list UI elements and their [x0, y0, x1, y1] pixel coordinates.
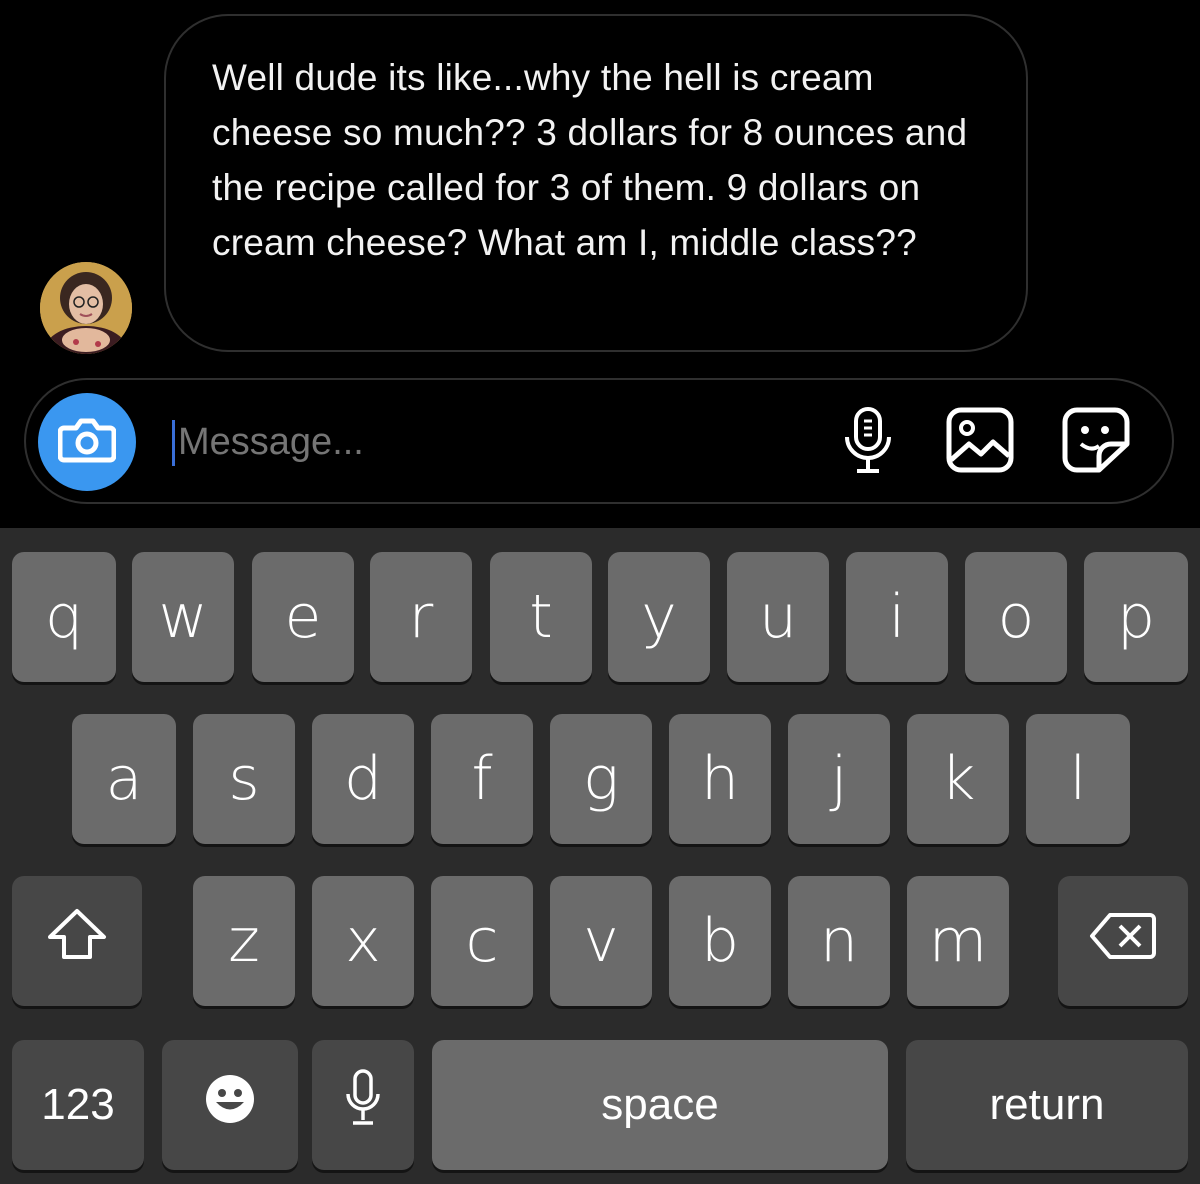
key-b[interactable]: b — [669, 876, 771, 1006]
key-n[interactable]: n — [788, 876, 890, 1006]
camera-icon — [57, 416, 117, 469]
microphone-icon — [843, 405, 893, 480]
shift-icon — [46, 906, 108, 976]
dictation-icon — [345, 1068, 381, 1143]
image-icon — [945, 406, 1015, 479]
key-k[interactable]: k — [907, 714, 1009, 844]
key-p[interactable]: p — [1084, 552, 1188, 682]
key-m[interactable]: m — [907, 876, 1009, 1006]
key-x[interactable]: x — [312, 876, 414, 1006]
key-o[interactable]: o — [965, 552, 1067, 682]
dictation-key[interactable] — [312, 1040, 414, 1170]
keyboard: q w e r t y u i o p a s d f g h j k l z … — [0, 528, 1200, 1184]
key-z[interactable]: z — [193, 876, 295, 1006]
key-g[interactable]: g — [550, 714, 652, 844]
key-a[interactable]: a — [72, 714, 176, 844]
key-t[interactable]: t — [490, 552, 592, 682]
key-r[interactable]: r — [370, 552, 472, 682]
chat-area: Well dude its like...why the hell is cre… — [0, 0, 1200, 528]
key-i[interactable]: i — [846, 552, 948, 682]
key-l[interactable]: l — [1026, 714, 1130, 844]
microphone-button[interactable] — [832, 406, 904, 478]
key-u[interactable]: u — [727, 552, 829, 682]
key-v[interactable]: v — [550, 876, 652, 1006]
key-y[interactable]: y — [608, 552, 710, 682]
emoji-key[interactable] — [162, 1040, 298, 1170]
message-composer — [24, 378, 1174, 504]
key-s[interactable]: s — [193, 714, 295, 844]
message-input[interactable] — [176, 408, 820, 476]
key-d[interactable]: d — [312, 714, 414, 844]
key-f[interactable]: f — [431, 714, 533, 844]
backspace-key[interactable] — [1058, 876, 1188, 1006]
sticker-icon — [1061, 406, 1131, 479]
key-e[interactable]: e — [252, 552, 354, 682]
key-q[interactable]: q — [12, 552, 116, 682]
gallery-button[interactable] — [944, 406, 1016, 478]
key-j[interactable]: j — [788, 714, 890, 844]
sticker-button[interactable] — [1060, 406, 1132, 478]
space-key[interactable]: space — [432, 1040, 888, 1170]
key-w[interactable]: w — [132, 552, 234, 682]
text-cursor — [172, 420, 175, 466]
numbers-key[interactable]: 123 — [12, 1040, 144, 1170]
return-key[interactable]: return — [906, 1040, 1188, 1170]
key-c[interactable]: c — [431, 876, 533, 1006]
shift-key[interactable] — [12, 876, 142, 1006]
emoji-icon — [204, 1070, 256, 1140]
camera-button[interactable] — [38, 393, 136, 491]
message-bubble[interactable]: Well dude its like...why the hell is cre… — [164, 14, 1028, 352]
key-h[interactable]: h — [669, 714, 771, 844]
message-text: Well dude its like...why the hell is cre… — [212, 57, 968, 263]
backspace-icon — [1088, 906, 1158, 976]
sender-avatar[interactable] — [40, 262, 132, 354]
